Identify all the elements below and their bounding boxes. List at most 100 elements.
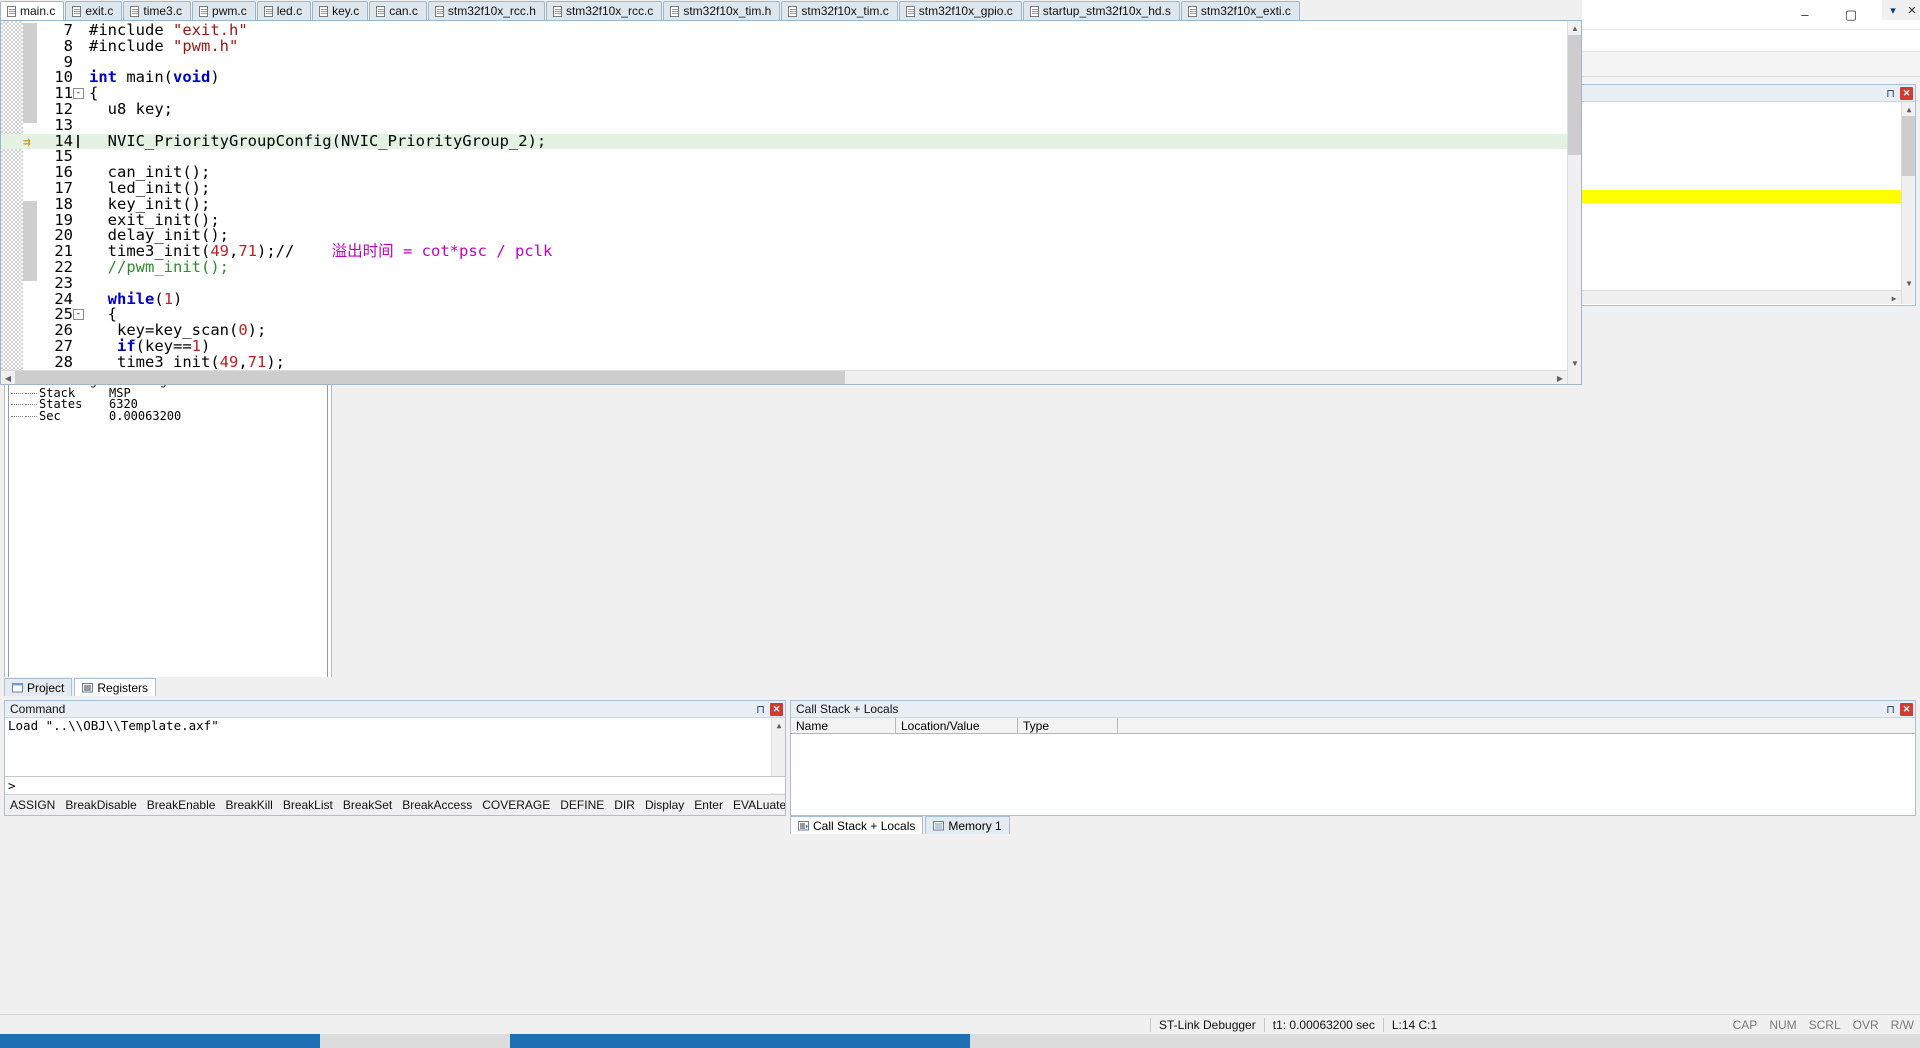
command-button-breakenable[interactable]: BreakEnable bbox=[142, 798, 221, 812]
editor-tab-label: can.c bbox=[389, 4, 418, 18]
scroll-thumb[interactable] bbox=[1902, 116, 1915, 176]
command-button-breakaccess[interactable]: BreakAccess bbox=[397, 798, 477, 812]
status-key-ovr: OVR bbox=[1852, 1017, 1879, 1032]
scroll-thumb-h[interactable] bbox=[15, 371, 845, 384]
code-line[interactable]: 23 bbox=[1, 275, 1567, 292]
code-fold-icon[interactable]: - bbox=[73, 88, 84, 100]
taskbar-strip bbox=[0, 1034, 1920, 1048]
scroll-right-arrow[interactable]: ▶ bbox=[1553, 371, 1567, 384]
editor-vertical-scrollbar[interactable]: ▲ ▼ bbox=[1567, 21, 1581, 384]
editor-tab-label: stm32f10x_gpio.c bbox=[918, 4, 1013, 18]
code-editor[interactable]: 7 #include "exit.h" 8 #include "pwm.h" 9 10 in… bbox=[0, 20, 1582, 385]
editor-tab-stm32f10x-gpio-c[interactable]: stm32f10x_gpio.c bbox=[898, 1, 1022, 20]
scroll-left-arrow[interactable]: ◀ bbox=[1, 371, 15, 384]
panel-tab-project-label: Project bbox=[27, 680, 65, 695]
file-icon bbox=[7, 5, 16, 17]
callstack-panel: Call Stack + Locals ⊓ ✕ Name Location/Va… bbox=[790, 700, 1916, 816]
command-button-breaklist[interactable]: BreakList bbox=[278, 798, 338, 812]
column-header-name[interactable]: Name bbox=[791, 718, 896, 733]
editor-tab-can-c[interactable]: can.c bbox=[369, 1, 427, 20]
close-icon[interactable]: ✕ bbox=[770, 702, 783, 716]
code-line[interactable]: 17 led_init(); bbox=[1, 180, 1567, 197]
code-fold-icon[interactable]: - bbox=[73, 309, 84, 321]
code-line[interactable]: 18 key_init(); bbox=[1, 196, 1567, 213]
close-icon[interactable]: ✕ bbox=[1900, 86, 1913, 100]
scroll-up-arrow[interactable]: ▲ bbox=[772, 718, 785, 732]
code-line[interactable]: 15 bbox=[1, 149, 1567, 165]
scroll-down-arrow[interactable]: ▼ bbox=[1902, 276, 1915, 290]
code-line[interactable]: 12 u8 key; bbox=[1, 101, 1567, 118]
close-icon[interactable]: ✕ bbox=[1900, 702, 1913, 716]
command-button-evaluate[interactable]: EVALuate bbox=[728, 798, 785, 812]
editor-panel: main.c exit.c time3.c pwm.c led.c key.c can.c s… bbox=[0, 0, 1920, 385]
maximize-button[interactable]: ▢ bbox=[1828, 0, 1874, 30]
command-button-dir[interactable]: DIR bbox=[609, 798, 640, 812]
editor-tab-led-c[interactable]: led.c bbox=[256, 1, 312, 20]
panel-tab-project[interactable]: Project bbox=[4, 678, 73, 696]
command-button-breakdisable[interactable]: BreakDisable bbox=[60, 798, 141, 812]
column-header-location[interactable]: Location/Value bbox=[896, 718, 1018, 733]
editor-tabstrip[interactable]: main.c exit.c time3.c pwm.c led.c key.c can.c s… bbox=[0, 0, 1582, 20]
editor-tab-stm32f10x-rcc-c[interactable]: stm32f10x_rcc.c bbox=[545, 1, 663, 20]
tab-list-icon[interactable]: ▾ bbox=[1885, 4, 1901, 17]
file-icon bbox=[670, 5, 680, 17]
code-line[interactable]: ⇉ 14 NVIC_PriorityGroupConfig(NVIC_Priori… bbox=[1, 133, 1567, 150]
code-line[interactable]: 16 can_init(); bbox=[1, 164, 1567, 181]
editor-tab-stm32f10x-rcc-h[interactable]: stm32f10x_rcc.h bbox=[427, 1, 545, 20]
callstack-rows[interactable] bbox=[791, 734, 1915, 810]
scroll-up-arrow[interactable]: ▲ bbox=[1902, 102, 1915, 116]
command-button-bar: ASSIGN BreakDisable BreakEnable BreakKill Br… bbox=[5, 794, 785, 815]
editor-tab-stm32f10x-tim-h[interactable]: stm32f10x_tim.h bbox=[663, 1, 781, 20]
editor-tab-exit-c[interactable]: exit.c bbox=[65, 1, 123, 20]
command-button-coverage[interactable]: COVERAGE bbox=[477, 798, 555, 812]
column-header-type[interactable]: Type bbox=[1018, 718, 1118, 733]
command-prompt: > bbox=[8, 777, 16, 793]
command-input[interactable]: > bbox=[5, 776, 785, 793]
memory-icon bbox=[933, 821, 945, 831]
close-tab-icon[interactable]: ✕ bbox=[1904, 4, 1920, 17]
file-icon bbox=[130, 5, 140, 17]
line-text: #include "pwm.h" bbox=[89, 36, 239, 55]
editor-tab-pwm-c[interactable]: pwm.c bbox=[192, 1, 256, 20]
editor-tab-key-c[interactable]: key.c bbox=[312, 1, 369, 20]
panel-tab-memory[interactable]: Memory 1 bbox=[925, 816, 1010, 834]
scroll-down-arrow[interactable]: ▼ bbox=[1568, 356, 1581, 370]
minimize-button[interactable]: – bbox=[1782, 0, 1828, 30]
code-line[interactable]: 21 time3_init(49,71);// 溢出时间 = cot*psc /… bbox=[1, 243, 1567, 260]
panel-tab-callstack[interactable]: Call Stack + Locals bbox=[790, 816, 924, 834]
code-line[interactable]: 24 while(1) bbox=[1, 291, 1567, 308]
editor-tab-startup-stm32f10x-hd-s[interactable]: startup_stm32f10x_hd.s bbox=[1022, 1, 1180, 20]
code-line[interactable]: -11{ bbox=[1, 85, 1567, 102]
code-line[interactable]: 22 //pwm_init(); bbox=[1, 259, 1567, 276]
code-line[interactable]: 28 time3_init(49,71); bbox=[1, 354, 1567, 371]
command-button-enter[interactable]: Enter bbox=[689, 798, 728, 812]
editor-tab-main-c[interactable]: main.c bbox=[0, 1, 65, 20]
code-line[interactable]: 26 key=key_scan(0); bbox=[1, 322, 1567, 339]
command-button-define[interactable]: DEFINE bbox=[555, 798, 609, 812]
editor-horizontal-scrollbar[interactable]: ◀ ▶ bbox=[1, 370, 1567, 384]
scroll-right-arrow[interactable]: ▶ bbox=[1887, 291, 1901, 304]
scroll-thumb[interactable] bbox=[1568, 35, 1581, 155]
editor-tab-stm32f10x-exti-c[interactable]: stm32f10x_exti.c bbox=[1180, 1, 1300, 20]
code-line[interactable]: 8 #include "pwm.h" bbox=[1, 36, 1567, 55]
pin-icon[interactable]: ⊓ bbox=[754, 703, 767, 716]
command-button-breakset[interactable]: BreakSet bbox=[338, 798, 397, 812]
command-button-display[interactable]: Display bbox=[640, 798, 689, 812]
bottom-panel-tabs: Call Stack + Locals Memory 1 bbox=[790, 815, 1916, 834]
register-row[interactable]: Sec 0.00063200 bbox=[9, 410, 327, 423]
pin-icon[interactable]: ⊓ bbox=[1884, 87, 1897, 100]
panel-tab-registers[interactable]: Registers bbox=[74, 678, 157, 696]
editor-tab-stm32f10x-tim-c[interactable]: stm32f10x_tim.c bbox=[781, 1, 898, 20]
code-line[interactable]: 10 int main(void) bbox=[1, 69, 1567, 86]
code-line[interactable]: 19 exit_init(); bbox=[1, 212, 1567, 229]
command-button-assign[interactable]: ASSIGN bbox=[5, 798, 60, 812]
status-key-cap: CAP bbox=[1732, 1017, 1758, 1032]
command-panel-title: Command bbox=[10, 702, 66, 716]
scroll-up-arrow[interactable]: ▲ bbox=[1568, 21, 1581, 35]
command-panel-titlebar: Command ⊓ ✕ bbox=[5, 701, 785, 718]
code-line[interactable]: 9 bbox=[1, 54, 1567, 71]
pin-icon[interactable]: ⊓ bbox=[1884, 703, 1897, 716]
disassembly-vertical-scrollbar[interactable]: ▲ ▼ bbox=[1901, 102, 1915, 304]
editor-tab-time3-c[interactable]: time3.c bbox=[123, 1, 192, 20]
command-button-breakkill[interactable]: BreakKill bbox=[220, 798, 277, 812]
